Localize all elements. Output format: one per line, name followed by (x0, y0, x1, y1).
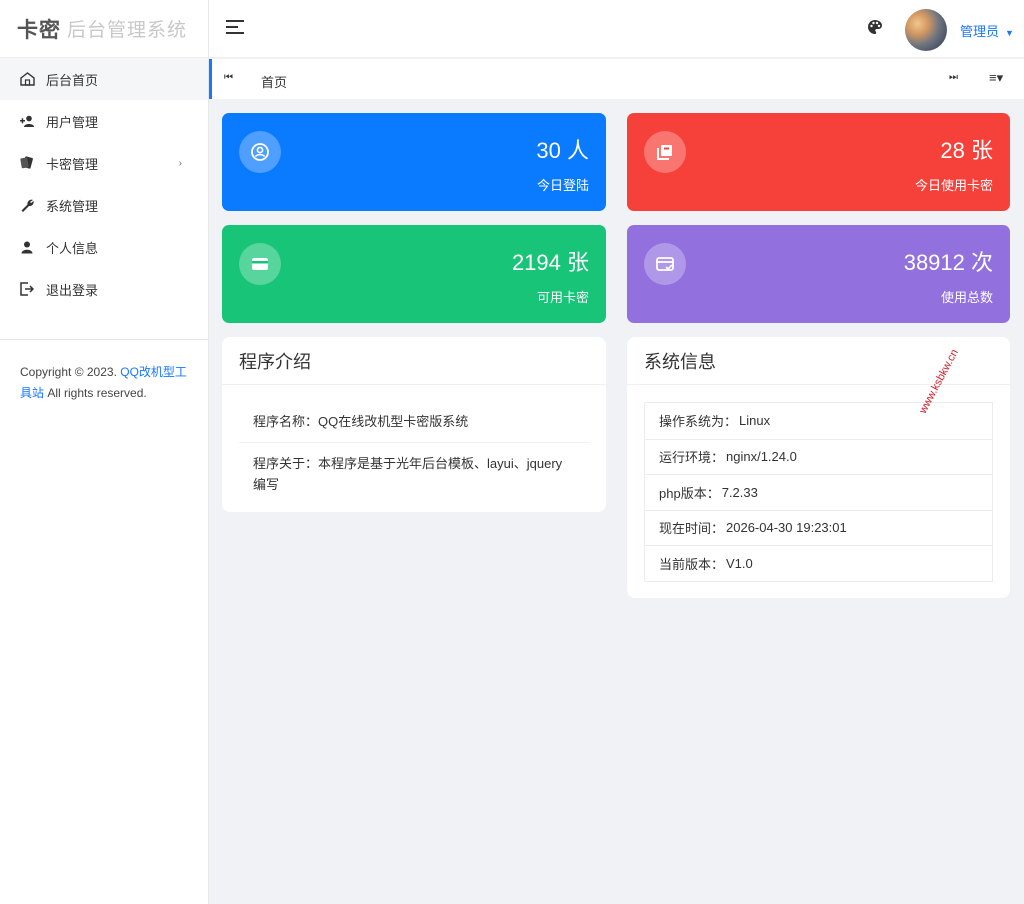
intro-panel: 程序介绍 程序名称：QQ在线改机型卡密版系统 程序关于：本程序是基于光年后台模板… (222, 337, 606, 512)
avatar[interactable] (905, 9, 947, 51)
row-value: V1.0 (726, 555, 753, 571)
row-key: 运行环境： (659, 450, 725, 466)
stat-value: 2194 张 (511, 250, 589, 275)
palette-icon[interactable] (867, 19, 883, 35)
user-circle-icon (239, 131, 281, 173)
table-row: 现在时间： 2026-04-30 19:23:01 (645, 509, 992, 546)
cards-icon (19, 155, 35, 171)
sidebar-item-label: 个人信息 (46, 240, 99, 256)
stat-card-used-today: 28 张 今日使用卡密 (627, 113, 1010, 211)
row-value: nginx/1.24.0 (726, 449, 797, 465)
sysinfo-panel: 系统信息 操作系统为： Linux 运行环境： nginx/1.24.0 php版本… (627, 337, 1010, 598)
top-header: 管理员 ▼ (209, 0, 1024, 58)
sidebar-item-system[interactable]: 系统管理 (0, 184, 208, 226)
logo-main: 卡密 (17, 18, 61, 42)
stat-value: 28 张 (940, 138, 993, 163)
row-key: 现在时间： (659, 521, 725, 537)
stat-label: 今日登陆 (536, 178, 589, 193)
home-icon (19, 71, 35, 87)
stat-value: 30 人 (536, 138, 589, 163)
sysinfo-table: 操作系统为： Linux 运行环境： nginx/1.24.0 php版本： 7.2.… (644, 402, 993, 582)
tab-prev-icon[interactable]: ⏮ (224, 72, 233, 83)
row-key: php版本： (659, 485, 720, 501)
card-stack-icon (644, 131, 686, 173)
sidebar-item-label: 用户管理 (46, 114, 99, 130)
table-row: 操作系统为： Linux (645, 403, 992, 439)
stat-label: 今日使用卡密 (914, 178, 993, 193)
sidebar-item-profile[interactable]: 个人信息 (0, 226, 208, 268)
table-row: 当前版本： V1.0 (645, 545, 992, 581)
stat-label: 使用总数 (940, 290, 993, 305)
menu-toggle-icon[interactable] (226, 20, 244, 36)
stat-label: 可用卡密 (536, 290, 589, 305)
admin-menu[interactable]: 管理员 ▼ (960, 21, 1014, 40)
stat-card-total: 38912 次 使用总数 (627, 225, 1010, 323)
card-check-icon (644, 243, 686, 285)
stat-card-available: 2194 张 可用卡密 (222, 225, 606, 323)
stat-card-logins: 30 人 今日登陆 (222, 113, 606, 211)
sidebar-item-home[interactable]: 后台首页 (0, 58, 208, 100)
table-row: 运行环境： nginx/1.24.0 (645, 438, 992, 475)
tab-home[interactable]: 首页 (261, 72, 287, 91)
stat-value: 38912 次 (903, 250, 993, 275)
row-value: 2026-04-30 19:23:01 (726, 520, 847, 536)
intro-list: 程序名称：QQ在线改机型卡密版系统 程序关于：本程序是基于光年后台模板、layu… (222, 385, 606, 505)
table-row: php版本： 7.2.33 (645, 474, 992, 510)
chevron-right-icon: › (178, 157, 182, 169)
wrench-icon (19, 197, 35, 213)
sidebar-item-label: 系统管理 (46, 198, 99, 214)
card-icon (239, 243, 281, 285)
sidebar: 卡密 后台管理系统 后台首页 用户管理 卡密管理 › 系统管理 个人信息 退出登… (0, 0, 209, 904)
users-icon (19, 113, 35, 129)
sidebar-item-label: 卡密管理 (46, 156, 99, 172)
row-key: 当前版本： (659, 556, 725, 572)
tab-bar: ⏮ 首页 ⏭ ≡▾ (209, 59, 1024, 99)
logo[interactable]: 卡密 后台管理系统 (0, 0, 208, 58)
logout-icon (19, 281, 35, 297)
sidebar-item-users[interactable]: 用户管理 (0, 100, 208, 142)
copyright-prefix: Copyright © 2023. (20, 365, 121, 379)
sidebar-nav: 后台首页 用户管理 卡密管理 › 系统管理 个人信息 退出登录 (0, 58, 208, 310)
row-value: 7.2.33 (721, 484, 758, 500)
sidebar-item-label: 退出登录 (46, 282, 99, 298)
logo-sub: 后台管理系统 (67, 20, 188, 41)
sidebar-item-label: 后台首页 (46, 72, 99, 88)
person-icon (19, 239, 35, 255)
panel-title: 程序介绍 (222, 337, 606, 385)
caret-down-icon: ▼ (1005, 28, 1014, 38)
sidebar-item-cards[interactable]: 卡密管理 › (0, 142, 208, 184)
admin-name: 管理员 (960, 24, 1000, 39)
list-item: 程序关于：本程序是基于光年后台模板、layui、jquery编写 (239, 442, 589, 505)
copyright-suffix: All rights reserved. (44, 386, 147, 400)
list-item: 程序名称：QQ在线改机型卡密版系统 (253, 414, 469, 429)
sidebar-item-logout[interactable]: 退出登录 (0, 268, 208, 310)
tab-menu-icon[interactable]: ≡▾ (989, 70, 1003, 86)
tab-next-icon[interactable]: ⏭ (949, 72, 958, 83)
row-value: Linux (739, 413, 771, 429)
row-key: 操作系统为： (659, 414, 738, 430)
copyright: Copyright © 2023. QQ改机型工具站 All rights re… (0, 340, 208, 404)
